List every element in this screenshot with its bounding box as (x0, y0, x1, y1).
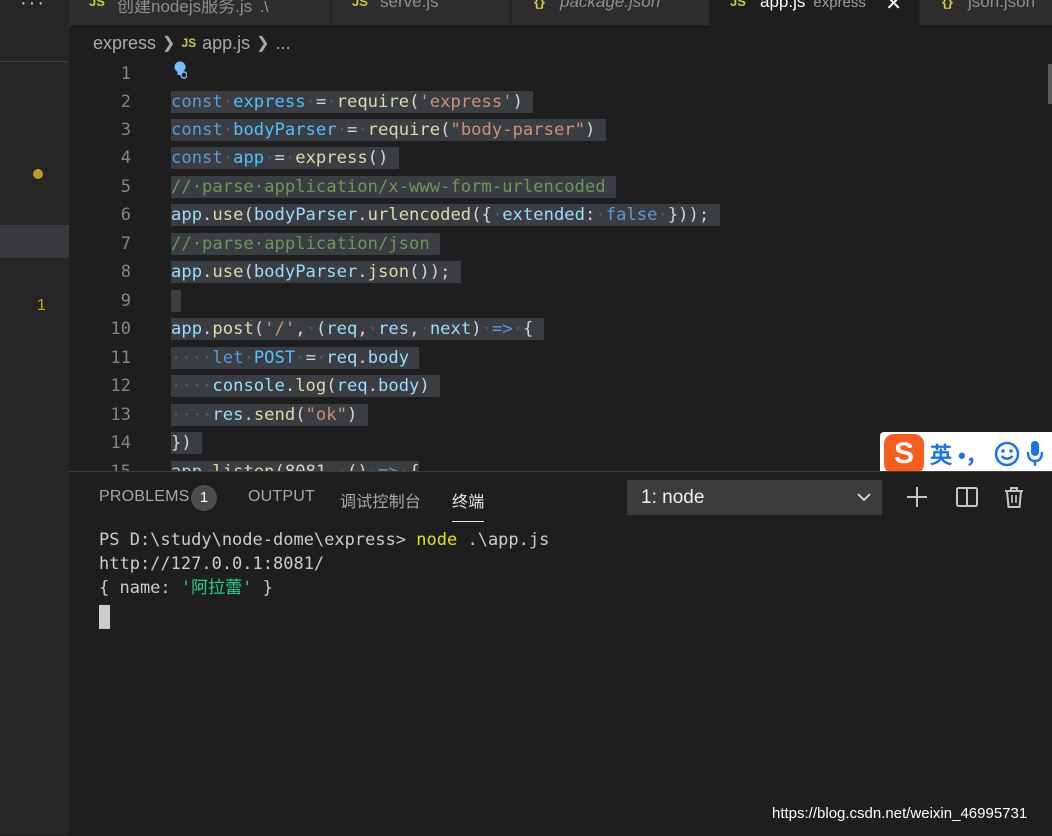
breadcrumb-folder[interactable]: express (93, 33, 156, 54)
tab-description: express (813, 0, 866, 11)
unsaved-indicator-icon (33, 169, 43, 179)
tab-problems[interactable]: PROBLEMS (99, 488, 190, 506)
terminal-object-close: } (252, 578, 273, 598)
line-number: 13 (110, 405, 131, 425)
js-file-icon: JS (730, 0, 746, 9)
close-tab-icon[interactable]: ✕ (885, 0, 902, 16)
chevron-right-icon: ❯ (162, 35, 176, 52)
line-number: 5 (120, 177, 131, 197)
tab-json-json[interactable]: {} json.json (920, 0, 1052, 25)
code-line: const·express·=·require('express') (171, 88, 534, 116)
tab-terminal[interactable]: 终端 (452, 488, 485, 522)
code-line: ····console.log(req.body) (171, 372, 441, 400)
ime-toolbar[interactable]: S 英 •， (880, 432, 1052, 476)
terminal-cursor (99, 605, 110, 629)
breadcrumb-file[interactable]: app.js (202, 33, 250, 54)
new-terminal-icon[interactable] (904, 484, 930, 510)
terminal-url-line: http://127.0.0.1:8081/ (99, 554, 325, 574)
line-number: 9 (120, 291, 131, 311)
microphone-icon[interactable] (1026, 440, 1044, 468)
line-number: 6 (120, 205, 131, 225)
editor-tab-bar: JS 创建nodejs服务.js .\ JS serve.js {} packag… (69, 0, 1052, 25)
line-number: 12 (110, 376, 131, 396)
line-number: 15 (69, 458, 131, 471)
terminal-object-open: { name: (99, 578, 181, 598)
line-number: 4 (120, 148, 131, 168)
more-actions-icon[interactable]: ··· (20, 0, 46, 15)
code-line: app.use(bodyParser.json()); (171, 258, 461, 286)
terminal-args: .\app.js (457, 530, 550, 550)
code-editor[interactable]: 123456789101112131415 const·express·=·re… (69, 58, 1052, 471)
line-number: 14 (110, 433, 131, 453)
tab-output[interactable]: OUTPUT (248, 488, 315, 506)
line-number: 2 (120, 92, 131, 112)
code-line: const·bodyParser·=·require("body-parser"… (171, 116, 606, 144)
js-file-icon: JS (89, 0, 105, 9)
js-file-icon: JS (352, 0, 368, 9)
code-line: ····let·POST·=·req.body (171, 344, 420, 372)
line-number: 7 (120, 234, 131, 254)
tab-debug-console[interactable]: 调试控制台 (340, 488, 421, 512)
tab-label: package.json (560, 0, 661, 11)
line-number: 8 (120, 262, 131, 282)
code-line: app.use(bodyParser.urlencoded({·extended… (171, 201, 720, 229)
line-number: 10 (110, 319, 131, 339)
chevron-right-icon: ❯ (256, 35, 270, 52)
terminal-output[interactable]: PS D:\study\node-dome\express> node .\ap… (99, 528, 549, 629)
terminal-command: node (416, 530, 458, 550)
code-line: //·parse·application/json (171, 230, 441, 258)
code-line: //·parse·application/x-www-form-urlencod… (171, 173, 616, 201)
trash-icon[interactable] (1001, 484, 1027, 510)
code-line: ····res.send("ok") (171, 401, 368, 429)
json-file-icon: {} (534, 0, 545, 9)
terminal-selector-value: 1: node (641, 487, 705, 508)
line-number: 3 (120, 120, 131, 140)
breadcrumb-more[interactable]: ... (276, 33, 291, 54)
ime-punctuation-toggle[interactable]: •， (958, 438, 988, 470)
side-divider (0, 61, 69, 62)
problem-count: 1 (37, 297, 46, 314)
watermark: https://blog.csdn.net/weixin_46995731 (772, 805, 1028, 822)
line-number: 1 (120, 64, 131, 84)
line-number: 11 (110, 348, 131, 368)
terminal-selector[interactable]: 1: node (627, 480, 882, 515)
code-line: app.post('/',·(req,·res,·next)·=>·{ (171, 315, 544, 343)
breadcrumb: express ❯ JS app.js ❯ ... (93, 31, 291, 55)
sogou-logo-icon[interactable]: S (884, 434, 924, 474)
code-line: app.listen(8081,·()·=>·{ (171, 458, 420, 471)
code-line: }) (171, 429, 203, 457)
tab-description: .\ (260, 0, 269, 16)
problems-count-badge: 1 (191, 485, 217, 511)
tab-create-nodejs-service[interactable]: JS 创建nodejs服务.js .\ (69, 0, 330, 25)
json-file-icon: {} (942, 0, 953, 9)
bottom-panel: PROBLEMS 1 OUTPUT 调试控制台 终端 1: node PS D:… (69, 471, 1052, 836)
lightbulb-icon[interactable] (173, 61, 187, 79)
js-file-icon: JS (181, 36, 197, 50)
tab-label: 创建nodejs服务.js (117, 0, 253, 16)
editor-scrollbar[interactable] (1048, 64, 1052, 104)
tab-label: serve.js (380, 0, 439, 11)
tab-app-js[interactable]: JS app.js express ✕ (710, 0, 918, 25)
tab-serve-js[interactable]: JS serve.js (332, 0, 510, 25)
ime-language-toggle[interactable]: 英 (930, 438, 952, 470)
tab-package-json[interactable]: {} package.json (512, 0, 708, 25)
emoji-icon[interactable] (994, 441, 1020, 467)
code-line: const·app·=·express() (171, 144, 399, 172)
split-terminal-icon[interactable] (954, 484, 980, 510)
selected-explorer-item[interactable] (0, 225, 69, 258)
chevron-down-icon (857, 493, 871, 502)
terminal-prompt: PS D:\study\node-dome\express> (99, 530, 417, 550)
tab-label: app.js (760, 0, 806, 11)
code-line (171, 287, 182, 315)
side-strip: ··· 1 (0, 0, 69, 835)
tab-label: json.json (968, 0, 1036, 11)
terminal-object-value: '阿拉蕾' (180, 578, 253, 598)
